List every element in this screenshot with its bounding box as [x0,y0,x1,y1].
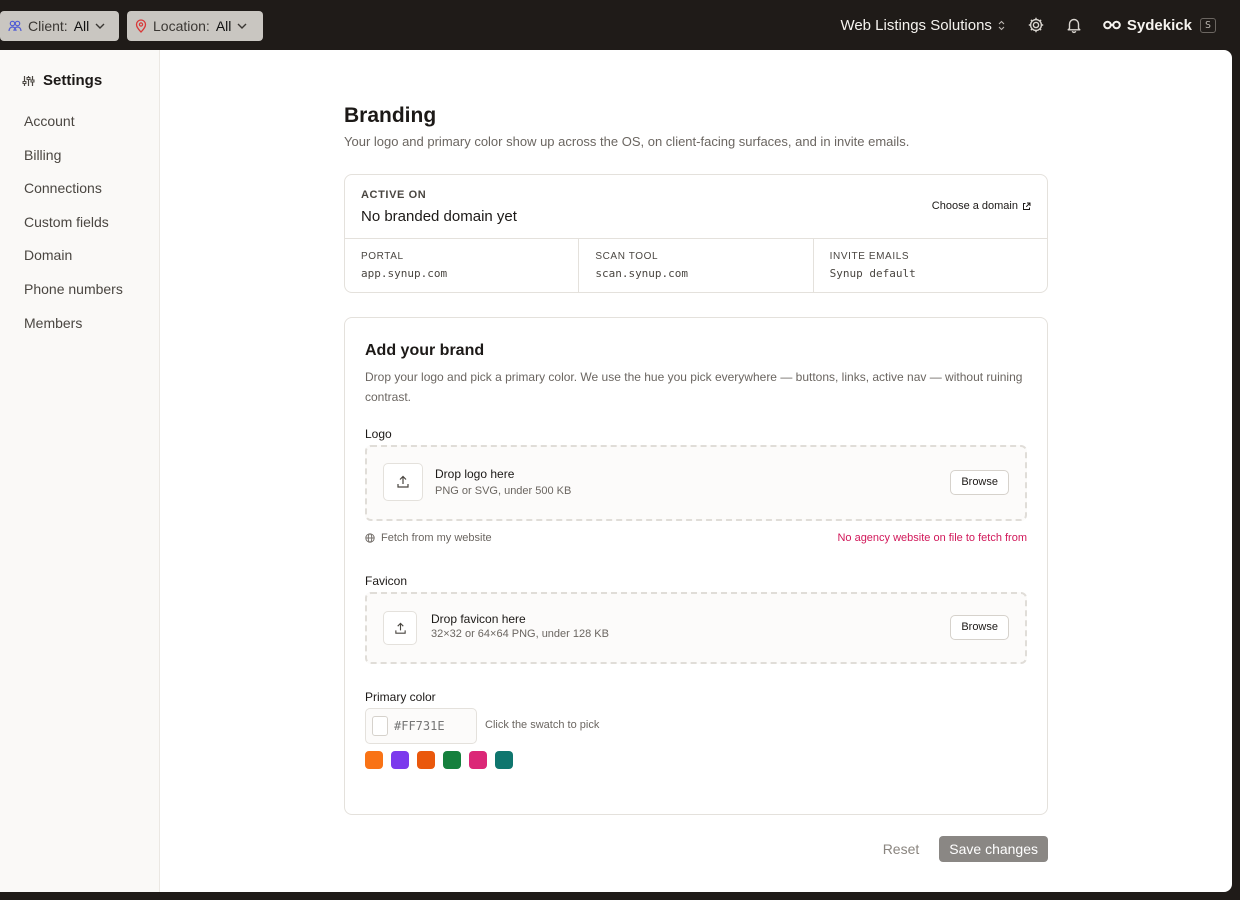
upload-icon [383,463,423,501]
favicon-label: Favicon [365,574,408,588]
primary-color-hint: Click the swatch to pick [485,719,600,731]
color-preset-swatch[interactable] [469,751,487,769]
portal-label: PORTAL [361,251,404,262]
fetch-label: Fetch from my website [381,532,492,544]
client-filter-key: Client: [28,18,68,34]
keyboard-shortcut: S [1199,17,1216,33]
sidebar-item-domain[interactable]: Domain [24,246,123,280]
invite-emails-label: INVITE EMAILS [829,251,910,262]
fetch-from-website-link[interactable]: Fetch from my website [365,532,492,544]
location-filter[interactable]: Location: All [127,11,263,41]
brand-name: Sydekick [1126,16,1192,34]
scan-tool-label: SCAN TOOL [595,251,659,262]
favicon-dropzone[interactable]: Drop favicon here 32×32 or 64×64 PNG, un… [365,592,1027,664]
chevron-down-icon [237,23,247,29]
color-picker-swatch[interactable] [372,716,388,736]
sidebar-nav: Account Billing Connections Custom field… [24,112,123,347]
active-on-value: No branded domain yet [361,208,517,225]
logo-drop-title: Drop logo here [435,467,515,481]
favicon-drop-title: Drop favicon here [431,612,526,626]
chevron-down-icon [95,23,105,29]
settings-sidebar: Settings Account Billing Connections Cus… [0,50,160,892]
color-preset-swatch[interactable] [391,751,409,769]
top-bar: Client: All Location: All Web Listings S… [0,0,1240,50]
map-pin-icon [135,19,147,33]
color-preset-swatch[interactable] [417,751,435,769]
sidebar-item-connections[interactable]: Connections [24,179,123,213]
invite-emails-value: Synup default [829,267,916,280]
choose-domain-link[interactable]: Choose a domain [932,200,1031,212]
add-brand-description: Drop your logo and pick a primary color.… [365,370,1023,404]
sydekick-logo-icon [1103,20,1121,30]
org-name: Web Listings Solutions [840,16,992,34]
color-preset-swatch[interactable] [365,751,383,769]
bell-icon[interactable] [1065,16,1083,34]
logo-dropzone[interactable]: Drop logo here PNG or SVG, under 500 KB … [365,445,1027,521]
gear-icon[interactable] [1027,16,1045,34]
upload-icon [383,611,417,645]
add-brand-title: Add your brand [365,342,485,359]
choose-domain-label: Choose a domain [931,200,1018,212]
location-filter-key: Location: [153,18,210,34]
sidebar-title: Settings [22,72,102,89]
sidebar-item-billing[interactable]: Billing [24,146,123,180]
users-icon [8,20,22,32]
favicon-browse-button[interactable]: Browse [950,615,1009,640]
save-button[interactable]: Save changes [939,836,1048,862]
reset-button[interactable]: Reset [883,841,920,857]
sidebar-item-phone-numbers[interactable]: Phone numbers [24,280,123,314]
product-switcher[interactable]: Sydekick S [1103,17,1216,34]
globe-icon [365,533,381,543]
favicon-drop-hint: 32×32 or 64×64 PNG, under 128 KB [431,628,609,640]
logo-label: Logo [365,427,392,441]
page-title: Branding [344,104,437,127]
portal-cell: PORTAL app.synup.com [345,239,580,292]
client-filter-value: All [73,18,90,34]
active-on-label: ACTIVE ON [361,189,427,201]
sidebar-item-members[interactable]: Members [24,314,123,348]
sidebar-title-label: Settings [43,72,103,89]
location-filter-value: All [215,18,232,34]
sidebar-item-custom-fields[interactable]: Custom fields [24,213,123,247]
active-on-details: PORTAL app.synup.com SCAN TOOL scan.synu… [345,238,1047,292]
client-filter[interactable]: Client: All [0,11,119,41]
logo-browse-button[interactable]: Browse [950,470,1009,495]
primary-color-input[interactable] [394,717,472,735]
fetch-error-message: No agency website on file to fetch from [837,532,1027,544]
scan-tool-cell: SCAN TOOL scan.synup.com [579,239,814,292]
color-preset-swatch[interactable] [495,751,513,769]
sidebar-item-account[interactable]: Account [24,112,123,146]
scan-tool-value: scan.synup.com [595,267,689,280]
add-brand-card: Add your brand Drop your logo and pick a… [344,317,1048,815]
external-link-icon [1018,202,1031,211]
primary-color-field [365,708,477,744]
color-preset-swatch[interactable] [443,751,461,769]
sliders-icon [22,75,43,87]
form-actions: Reset Save changes [883,836,1048,862]
active-on-card: ACTIVE ON No branded domain yet Choose a… [344,174,1048,293]
page-subtitle: Your logo and primary color show up acro… [344,134,910,149]
primary-color-label: Primary color [365,690,436,704]
main-panel: Settings Account Billing Connections Cus… [0,50,1232,892]
color-presets [365,751,521,769]
portal-value: app.synup.com [361,267,448,280]
org-switcher[interactable]: Web Listings Solutions [840,16,1005,34]
chevron-up-down-icon [998,20,1005,31]
invite-emails-cell: INVITE EMAILS Synup default [814,239,1047,292]
logo-drop-hint: PNG or SVG, under 500 KB [435,485,572,497]
